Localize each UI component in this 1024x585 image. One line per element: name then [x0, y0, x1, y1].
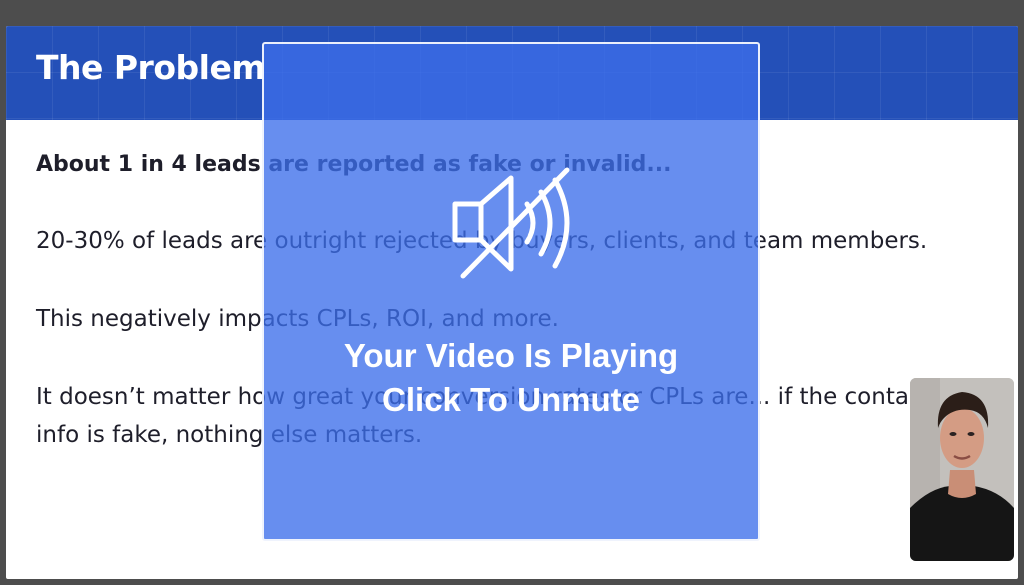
presenter-image: [910, 378, 1014, 561]
overlay-line-1: Your Video Is Playing: [343, 337, 679, 374]
unmute-overlay-button[interactable]: Your Video Is Playing Click To Unmute: [262, 42, 760, 541]
overlay-line-2: Click To Unmute: [382, 381, 640, 418]
slide-title: The Problem: [36, 48, 266, 87]
presenter-video: [910, 378, 1014, 561]
overlay-message: Your Video Is Playing Click To Unmute: [264, 334, 758, 422]
video-player: The Problem About 1 in 4 leads are repor…: [0, 0, 1024, 585]
speaker-muted-icon: [452, 167, 570, 279]
